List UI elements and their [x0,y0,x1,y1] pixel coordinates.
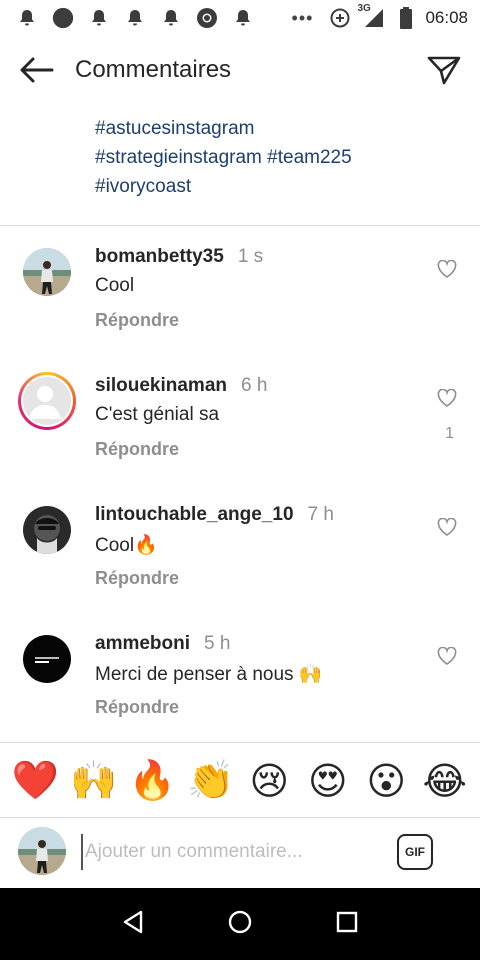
emoji-surprised[interactable]: 😮 [361,759,411,804]
reply-button[interactable]: Répondre [95,439,179,460]
avatar[interactable] [23,635,71,683]
signal-icon: 3G [357,3,387,29]
header: Commentaires [0,36,480,108]
like-button[interactable] [436,388,458,412]
divider [0,225,480,226]
comment-text: Cool [95,275,135,296]
system-nav-bar [0,888,480,960]
emoji-crying[interactable]: 😢 [244,759,294,804]
like-button[interactable] [436,517,458,541]
emoji-laughing[interactable]: 😂 [420,759,470,804]
page-title: Commentaires [75,56,232,83]
comment-time: 6 h [241,375,268,396]
more-notifications-icon: ••• [291,7,314,28]
emoji-fire[interactable]: 🔥 [127,759,177,803]
hashtag-link[interactable]: #astucesinstagram [95,118,254,139]
back-button[interactable] [16,52,56,92]
comment-text: Cool🔥 [95,535,158,556]
comment-time: 1 s [237,246,264,267]
emoji-raised-hands[interactable]: 🙌 [69,759,119,803]
emoji-heart-eyes[interactable]: 😍 [303,759,353,804]
heart-outline-icon [437,517,457,541]
avatar-story-ring[interactable] [18,372,76,430]
circle-notification-icon [52,7,74,29]
comment-username[interactable]: bomanbetty35 [95,246,224,267]
nav-back-button[interactable] [113,904,153,944]
hashtag-link[interactable]: #team225 [267,147,352,168]
like-count[interactable]: 1 [445,425,454,443]
avatar[interactable] [23,248,71,296]
avatar[interactable] [23,506,71,554]
heart-outline-icon [437,259,457,283]
comment-time: 7 h [307,504,334,525]
comment-text: Merci de penser à nous 🙌 [95,664,323,685]
notification-bell-icon [160,7,182,29]
heart-outline-icon [437,646,457,670]
comment-text: C'est génial sa [95,404,220,425]
heart-outline-icon [437,388,457,412]
reply-button[interactable]: Répondre [95,697,179,718]
nav-recents-button[interactable] [327,904,367,944]
hashtag-link[interactable]: #ivorycoast [95,176,191,197]
comment-username[interactable]: ammeboni [95,633,190,654]
emoji-heart[interactable]: ❤️ [10,759,60,803]
comment-time: 5 h [204,633,231,654]
status-bar: ••• 3G 06:08 [0,0,480,36]
share-button[interactable] [424,52,464,92]
notification-bell-icon [88,7,110,29]
battery-icon [395,7,417,29]
chrome-icon [196,7,218,29]
circle-home-icon [228,910,252,939]
divider [0,742,480,743]
square-recents-icon [336,911,358,938]
network-type-label: 3G [357,3,371,14]
like-button[interactable] [436,259,458,283]
comment-item: bomanbetty35 1 s Cool Répondre [0,246,480,377]
comment-username[interactable]: lintouchable_ange_10 [95,504,294,525]
like-button[interactable] [436,646,458,670]
avatar [23,377,71,425]
notification-bell-icon [232,7,254,29]
notification-bell-icon [124,7,146,29]
current-user-avatar [18,827,66,875]
comment-composer: GIF [0,818,480,888]
emoji-reaction-bar: ❤️ 🙌 🔥 👏 😢 😍 😮 😂 [0,752,480,810]
paper-plane-icon [427,55,461,90]
comment-username[interactable]: silouekinaman [95,375,227,396]
gif-button[interactable]: GIF [397,834,433,870]
comment-item: ammeboni 5 h Merci de penser à nous 🙌 Rép… [0,633,480,764]
comment-input[interactable] [81,834,381,870]
arrow-left-icon [18,56,54,89]
reply-button[interactable]: Répondre [95,568,179,589]
nav-home-button[interactable] [220,904,260,944]
triangle-back-icon [122,910,144,939]
comment-item: silouekinaman 6 h C'est génial sa Répondr… [0,372,480,506]
comment-item: lintouchable_ange_10 7 h Cool🔥 Répondre [0,504,480,635]
hashtag-link[interactable]: #strategieinstagram [95,147,262,168]
status-time: 06:08 [425,8,468,27]
emoji-clapping[interactable]: 👏 [186,759,236,803]
reply-button[interactable]: Répondre [95,310,179,331]
data-saver-icon [329,7,351,29]
notification-bell-icon [16,7,38,29]
post-caption: #astucesinstagram #strategieinstagram #t… [95,114,465,201]
